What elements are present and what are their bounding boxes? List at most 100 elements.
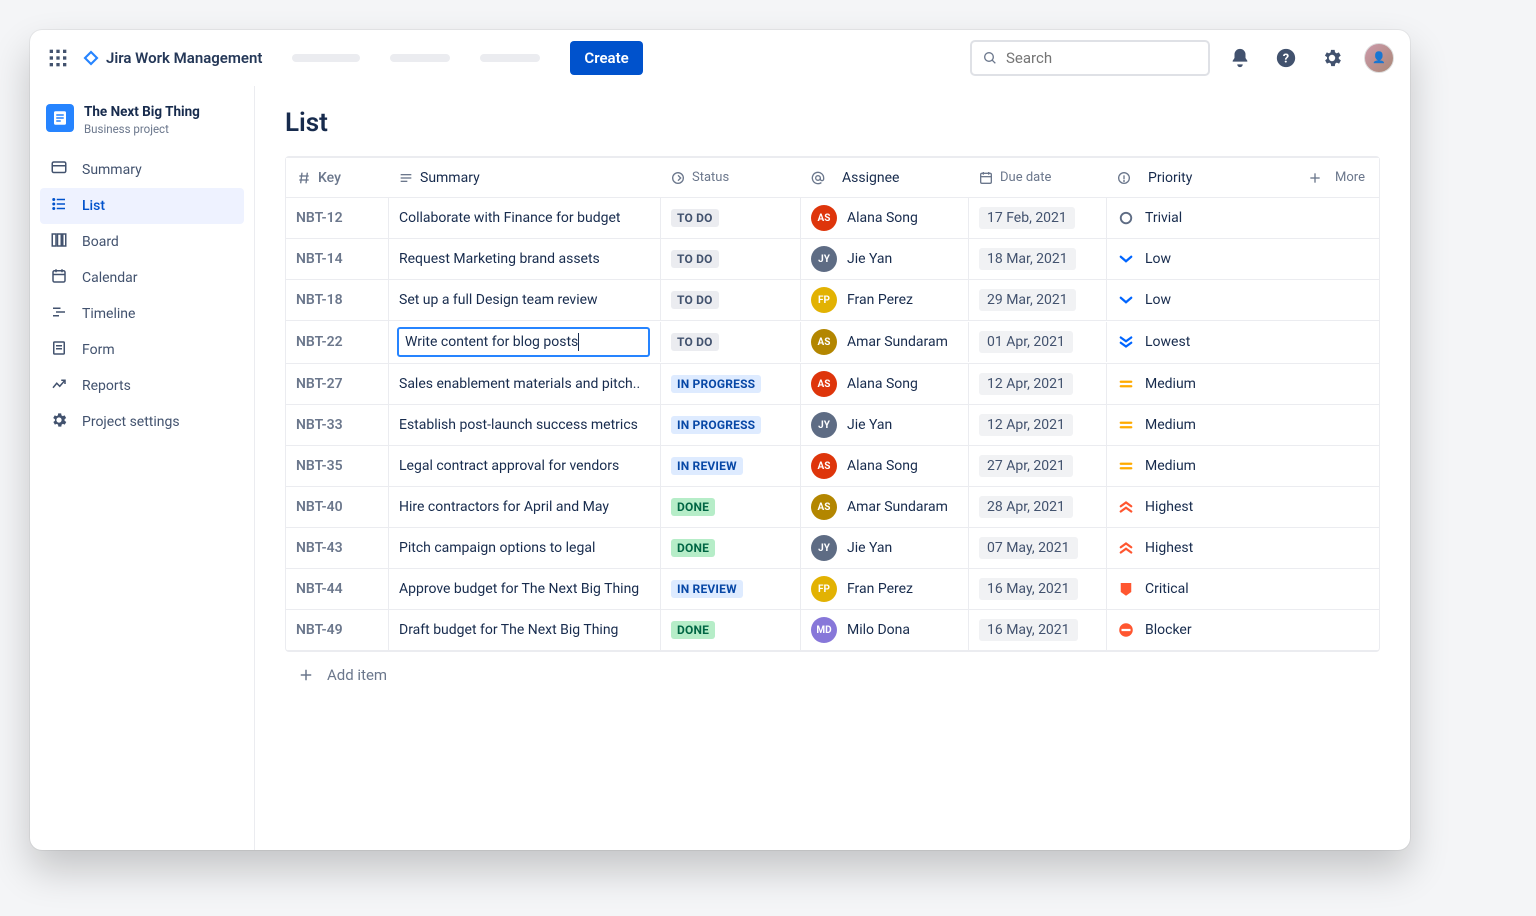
cell-status[interactable]: DONE (660, 528, 800, 568)
col-status[interactable]: Status (660, 164, 800, 192)
table-row[interactable]: NBT-49 Draft budget for The Next Big Thi… (286, 610, 1379, 651)
cell-summary[interactable]: Write content for blog posts (388, 321, 660, 363)
cell-key[interactable]: NBT-40 (286, 493, 388, 521)
cell-status[interactable]: TO DO (660, 198, 800, 238)
add-item-button[interactable]: Add item (285, 652, 1380, 698)
cell-assignee[interactable]: FP Fran Perez (800, 280, 968, 320)
cell-priority[interactable]: Medium (1106, 405, 1224, 445)
cell-assignee[interactable]: JY Jie Yan (800, 528, 968, 568)
sidebar-item-reports[interactable]: Reports (40, 368, 244, 404)
cell-due[interactable]: 12 Apr, 2021 (968, 405, 1106, 445)
cell-status[interactable]: IN REVIEW (660, 446, 800, 486)
cell-key[interactable]: NBT-14 (286, 245, 388, 273)
cell-assignee[interactable]: AS Alana Song (800, 364, 968, 404)
cell-due[interactable]: 28 Apr, 2021 (968, 487, 1106, 527)
cell-summary[interactable]: Establish post-launch success metrics (388, 405, 660, 445)
cell-assignee[interactable]: AS Alana Song (800, 446, 968, 486)
search-input[interactable] (1006, 49, 1198, 67)
summary-edit-input[interactable]: Write content for blog posts (397, 327, 650, 357)
app-switcher-icon[interactable] (46, 46, 70, 70)
cell-priority[interactable]: Critical (1106, 569, 1224, 609)
cell-summary[interactable]: Legal contract approval for vendors (388, 446, 660, 486)
notifications-icon[interactable] (1224, 42, 1256, 74)
cell-status[interactable]: DONE (660, 487, 800, 527)
sidebar-item-board[interactable]: Board (40, 224, 244, 260)
cell-priority[interactable]: Highest (1106, 487, 1224, 527)
cell-due[interactable]: 29 Mar, 2021 (968, 280, 1106, 320)
cell-priority[interactable]: Medium (1106, 364, 1224, 404)
sidebar-item-timeline[interactable]: Timeline (40, 296, 244, 332)
table-row[interactable]: NBT-22 Write content for blog posts TO D… (286, 321, 1379, 364)
sidebar-item-calendar[interactable]: Calendar (40, 260, 244, 296)
cell-due[interactable]: 17 Feb, 2021 (968, 198, 1106, 238)
sidebar-item-settings[interactable]: Project settings (40, 404, 244, 440)
col-summary[interactable]: Summary (388, 164, 660, 192)
cell-key[interactable]: NBT-18 (286, 286, 388, 314)
col-due[interactable]: Due date (968, 164, 1106, 192)
table-row[interactable]: NBT-27 Sales enablement materials and pi… (286, 364, 1379, 405)
cell-status[interactable]: TO DO (660, 280, 800, 320)
cell-priority[interactable]: Medium (1106, 446, 1224, 486)
cell-due[interactable]: 16 May, 2021 (968, 569, 1106, 609)
cell-summary[interactable]: Request Marketing brand assets (388, 239, 660, 279)
col-more[interactable]: More (1224, 164, 1379, 192)
table-row[interactable]: NBT-12 Collaborate with Finance for budg… (286, 198, 1379, 239)
cell-key[interactable]: NBT-33 (286, 411, 388, 439)
cell-status[interactable]: IN REVIEW (660, 569, 800, 609)
cell-due[interactable]: 16 May, 2021 (968, 610, 1106, 650)
cell-priority[interactable]: Lowest (1106, 322, 1224, 362)
cell-priority[interactable]: Highest (1106, 528, 1224, 568)
cell-key[interactable]: NBT-49 (286, 616, 388, 644)
cell-summary[interactable]: Collaborate with Finance for budget (388, 198, 660, 238)
cell-due[interactable]: 07 May, 2021 (968, 528, 1106, 568)
cell-assignee[interactable]: FP Fran Perez (800, 569, 968, 609)
cell-summary[interactable]: Draft budget for The Next Big Thing (388, 610, 660, 650)
cell-due[interactable]: 27 Apr, 2021 (968, 446, 1106, 486)
table-row[interactable]: NBT-43 Pitch campaign options to legal D… (286, 528, 1379, 569)
table-row[interactable]: NBT-18 Set up a full Design team review … (286, 280, 1379, 321)
table-row[interactable]: NBT-40 Hire contractors for April and Ma… (286, 487, 1379, 528)
create-button[interactable]: Create (570, 41, 642, 75)
cell-key[interactable]: NBT-35 (286, 452, 388, 480)
cell-key[interactable]: NBT-27 (286, 370, 388, 398)
cell-summary[interactable]: Hire contractors for April and May (388, 487, 660, 527)
cell-due[interactable]: 12 Apr, 2021 (968, 364, 1106, 404)
cell-status[interactable]: IN PROGRESS (660, 364, 800, 404)
user-avatar[interactable]: 👤 (1364, 43, 1394, 73)
settings-icon[interactable] (1316, 42, 1348, 74)
cell-status[interactable]: TO DO (660, 239, 800, 279)
cell-priority[interactable]: Blocker (1106, 610, 1224, 650)
cell-assignee[interactable]: AS Amar Sundaram (800, 487, 968, 527)
cell-key[interactable]: NBT-12 (286, 204, 388, 232)
cell-assignee[interactable]: AS Amar Sundaram (800, 322, 968, 362)
project-header[interactable]: The Next Big Thing Business project (40, 104, 244, 152)
col-priority[interactable]: Priority (1106, 164, 1224, 192)
cell-key[interactable]: NBT-44 (286, 575, 388, 603)
help-icon[interactable]: ? (1270, 42, 1302, 74)
cell-assignee[interactable]: MD Milo Dona (800, 610, 968, 650)
cell-key[interactable]: NBT-22 (286, 328, 388, 356)
cell-priority[interactable]: Low (1106, 239, 1224, 279)
cell-summary[interactable]: Approve budget for The Next Big Thing (388, 569, 660, 609)
cell-due[interactable]: 18 Mar, 2021 (968, 239, 1106, 279)
sidebar-item-form[interactable]: Form (40, 332, 244, 368)
sidebar-item-summary[interactable]: Summary (40, 152, 244, 188)
cell-priority[interactable]: Low (1106, 280, 1224, 320)
cell-assignee[interactable]: AS Alana Song (800, 198, 968, 238)
table-row[interactable]: NBT-14 Request Marketing brand assets TO… (286, 239, 1379, 280)
brand[interactable]: Jira Work Management (82, 49, 262, 67)
cell-status[interactable]: TO DO (660, 322, 800, 362)
col-assignee[interactable]: Assignee (800, 164, 968, 192)
cell-assignee[interactable]: JY Jie Yan (800, 239, 968, 279)
cell-status[interactable]: IN PROGRESS (660, 405, 800, 445)
table-row[interactable]: NBT-44 Approve budget for The Next Big T… (286, 569, 1379, 610)
cell-key[interactable]: NBT-43 (286, 534, 388, 562)
table-row[interactable]: NBT-35 Legal contract approval for vendo… (286, 446, 1379, 487)
cell-status[interactable]: DONE (660, 610, 800, 650)
cell-summary[interactable]: Sales enablement materials and pitch.. (388, 364, 660, 404)
cell-summary[interactable]: Set up a full Design team review (388, 280, 660, 320)
cell-priority[interactable]: Trivial (1106, 198, 1224, 238)
col-key[interactable]: Key (286, 164, 388, 192)
sidebar-item-list[interactable]: List (40, 188, 244, 224)
cell-assignee[interactable]: JY Jie Yan (800, 405, 968, 445)
